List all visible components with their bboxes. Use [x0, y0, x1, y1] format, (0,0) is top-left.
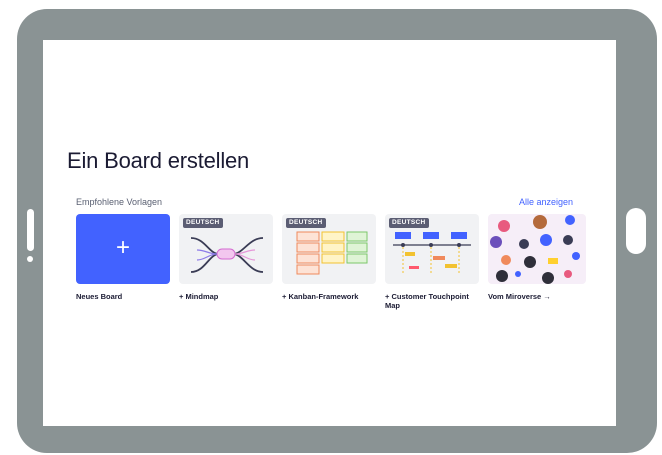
tablet-home-button	[626, 208, 646, 254]
language-badge: DEUTSCH	[183, 218, 223, 228]
template-card-mindmap[interactable]: DEUTSCH	[179, 214, 273, 284]
tablet-side-button	[27, 209, 34, 251]
card-label-mindmap: + Mindmap	[179, 292, 219, 301]
tablet-camera-dot	[27, 256, 33, 262]
show-all-link[interactable]: Alle anzeigen	[519, 197, 573, 207]
language-badge: DEUTSCH	[389, 218, 429, 228]
section-label: Empfohlene Vorlagen	[76, 197, 163, 207]
card-label-new-board: Neues Board	[76, 292, 123, 301]
card-label-kanban: + Kanban-Framework	[282, 292, 359, 301]
miroverse-avatar-collage	[490, 215, 580, 284]
card-label-miroverse: Vom Miroverse →	[488, 292, 551, 301]
template-card-miroverse[interactable]	[488, 214, 586, 284]
plus-icon: +	[115, 234, 130, 261]
template-card-touchpoint-map[interactable]: DEUTSCH	[385, 214, 479, 284]
new-board-card[interactable]: +	[76, 214, 170, 284]
template-card-kanban[interactable]: DEUTSCH	[282, 214, 376, 284]
page-title: Ein Board erstellen	[67, 148, 250, 173]
card-label-touchpoint-map: + Customer Touchpoint Map	[385, 292, 469, 310]
tablet-screen: Ein Board erstellen Empfohlene Vorlagen …	[43, 40, 616, 426]
language-badge: DEUTSCH	[286, 218, 326, 228]
